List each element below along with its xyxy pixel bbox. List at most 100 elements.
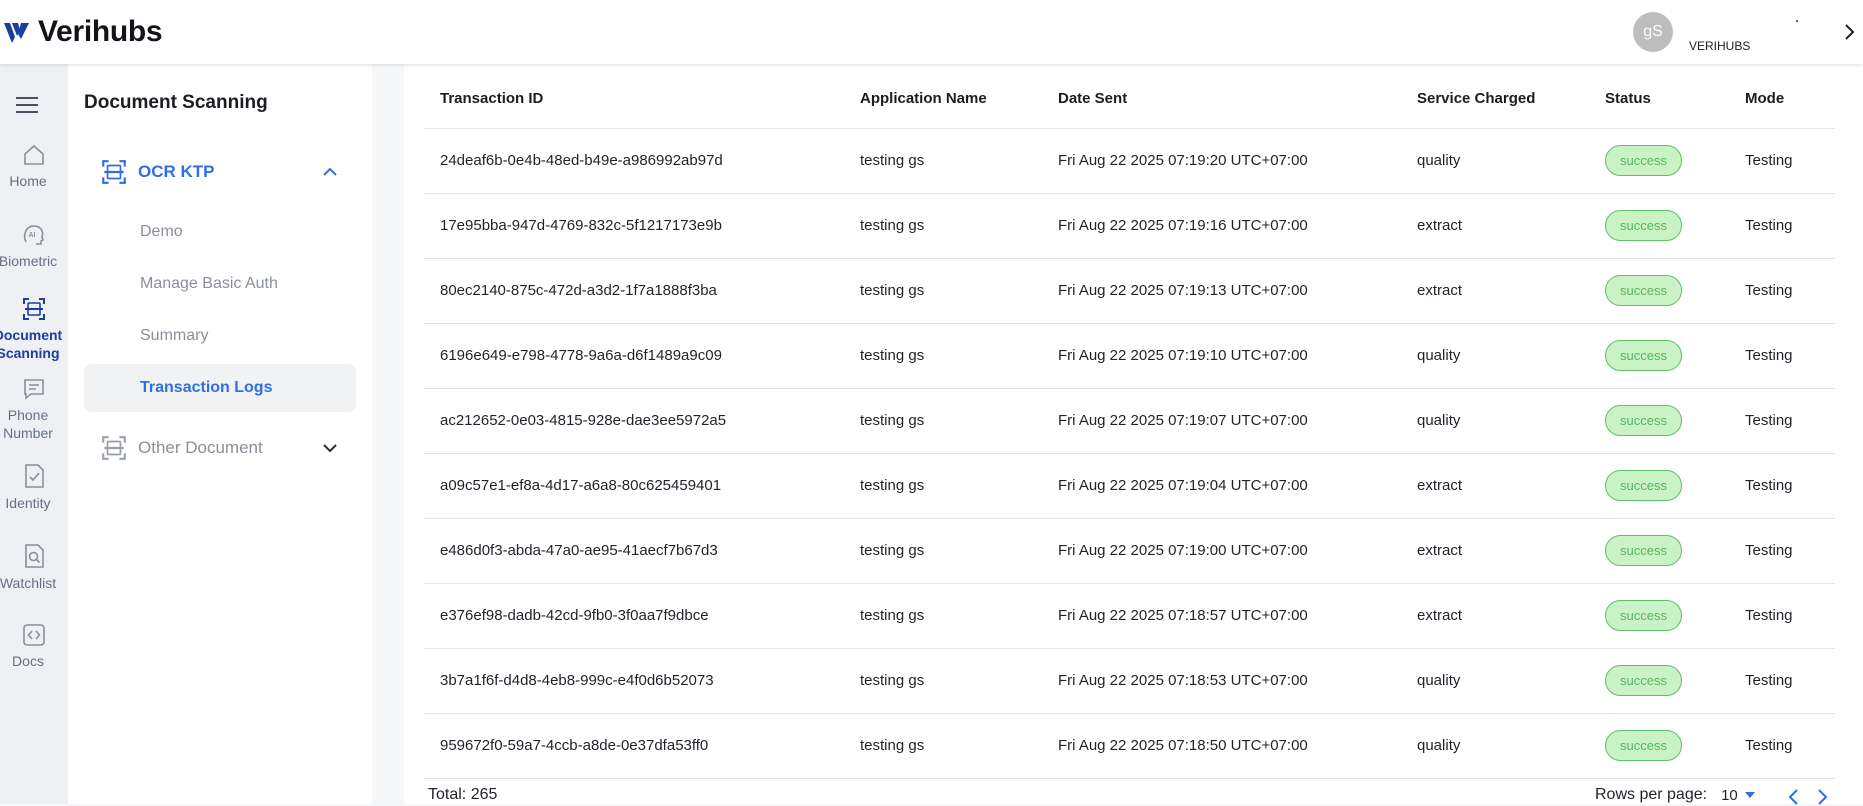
cell-status: success	[1589, 258, 1729, 324]
status-badge: success	[1605, 340, 1682, 371]
chevron-right-icon[interactable]	[1814, 788, 1830, 806]
cell-transaction-id: 959672f0-59a7-4ccb-a8de-0e37dfa53ff0	[424, 713, 844, 779]
table-row[interactable]: e486d0f3-abda-47a0-ae95-41aecf7b67d3 test…	[424, 518, 1835, 584]
cell-transaction-id: ac212652-0e03-4815-928e-dae3ee5972a5	[424, 388, 844, 454]
cell-service-charged: quality	[1401, 388, 1589, 454]
verihubs-logo-icon	[4, 23, 29, 43]
sidebar-item-transaction-logs[interactable]: Transaction Logs	[84, 364, 356, 412]
cell-application-name: testing gs	[844, 323, 1042, 389]
sidebar-item-summary[interactable]: Summary	[84, 312, 356, 360]
cell-mode: Testing	[1729, 258, 1835, 324]
rail-item-document-scanning[interactable]: Document Scanning	[0, 296, 68, 362]
cell-mode: Testing	[1729, 323, 1835, 389]
cell-transaction-id: e486d0f3-abda-47a0-ae95-41aecf7b67d3	[424, 518, 844, 584]
rail-label: Document Scanning	[0, 327, 63, 361]
column-header-service-charged: Service Charged	[1401, 70, 1589, 129]
table-row[interactable]: 3b7a1f6f-d4d8-4eb8-999c-e4f0d6b52073 test…	[424, 648, 1835, 714]
cell-application-name: testing gs	[844, 388, 1042, 454]
chevron-up-icon	[323, 167, 337, 176]
cell-service-charged: extract	[1401, 258, 1589, 324]
ai-face-icon: AI	[23, 225, 44, 245]
cell-date-sent: Fri Aug 22 2025 07:19:00 UTC+07:00	[1042, 518, 1401, 584]
rail-label: Phone Number	[3, 407, 53, 441]
cell-service-charged: extract	[1401, 583, 1589, 649]
table-row[interactable]: e376ef98-dadb-42cd-9fb0-3f0aa7f9dbce test…	[424, 583, 1835, 649]
table-row[interactable]: ac212652-0e03-4815-928e-dae3ee5972a5 test…	[424, 388, 1835, 454]
cell-service-charged: quality	[1401, 323, 1589, 389]
table-row[interactable]: 24deaf6b-0e4b-48ed-b49e-a986992ab97d test…	[424, 128, 1835, 194]
sidebar-group-label: Other Document	[138, 438, 263, 457]
table-row[interactable]: 17e95bba-947d-4769-832c-5f1217173e9b test…	[424, 193, 1835, 259]
column-header-transaction-id: Transaction ID	[424, 70, 844, 129]
chat-icon	[24, 379, 44, 400]
table-header-row: Transaction ID Application Name Date Sen…	[424, 70, 1835, 129]
sidebar-group-label: OCR KTP	[138, 162, 215, 181]
rail-item-phone-number[interactable]: Phone Number	[0, 376, 68, 442]
status-badge: success	[1605, 210, 1682, 241]
document-scan-icon	[102, 436, 126, 460]
sidebar-group-other-document[interactable]: Other Document	[84, 424, 356, 472]
cell-status: success	[1589, 193, 1729, 259]
cell-mode: Testing	[1729, 518, 1835, 584]
rail-item-biometric[interactable]: AI Biometric	[0, 222, 68, 270]
cell-application-name: testing gs	[844, 583, 1042, 649]
caret-down-icon[interactable]	[1744, 791, 1756, 799]
column-header-status: Status	[1589, 70, 1729, 129]
chevron-left-icon[interactable]	[1786, 788, 1802, 806]
avatar[interactable]: gS	[1633, 12, 1673, 52]
rail-item-watchlist[interactable]: Watchlist	[0, 542, 68, 592]
cell-service-charged: extract	[1401, 453, 1589, 519]
rail-item-home[interactable]: Home	[0, 142, 68, 190]
cell-transaction-id: 6196e649-e798-4778-9a6a-d6f1489a9c09	[424, 323, 844, 389]
icon-rail: Home AI Biometric Document Scanning Phon…	[0, 64, 68, 804]
sub-sidebar: Document Scanning OCR KTP Demo Manage Ba…	[68, 64, 372, 804]
table-row[interactable]: 80ec2140-875c-472d-a3d2-1f7a1888f3ba test…	[424, 258, 1835, 324]
cell-transaction-id: 17e95bba-947d-4769-832c-5f1217173e9b	[424, 193, 844, 259]
cell-status: success	[1589, 713, 1729, 779]
cell-transaction-id: 80ec2140-875c-472d-a3d2-1f7a1888f3ba	[424, 258, 844, 324]
status-badge: success	[1605, 405, 1682, 436]
cell-date-sent: Fri Aug 22 2025 07:19:10 UTC+07:00	[1042, 323, 1401, 389]
table-row[interactable]: a09c57e1-ef8a-4d17-a6a8-80c625459401 test…	[424, 453, 1835, 519]
cell-status: success	[1589, 388, 1729, 454]
home-icon	[24, 144, 44, 165]
cell-application-name: testing gs	[844, 193, 1042, 259]
status-badge: success	[1605, 275, 1682, 306]
cell-service-charged: quality	[1401, 713, 1589, 779]
hamburger-menu-icon[interactable]	[14, 94, 40, 116]
status-badge: success	[1605, 600, 1682, 631]
cell-service-charged: extract	[1401, 193, 1589, 259]
cell-mode: Testing	[1729, 193, 1835, 259]
chevron-down-icon	[323, 444, 337, 453]
status-badge: success	[1605, 535, 1682, 566]
rail-item-docs[interactable]: Docs	[0, 622, 68, 670]
cell-transaction-id: 24deaf6b-0e4b-48ed-b49e-a986992ab97d	[424, 128, 844, 194]
cell-status: success	[1589, 648, 1729, 714]
column-header-application-name: Application Name	[844, 70, 1042, 129]
column-header-date-sent: Date Sent	[1042, 70, 1401, 129]
cell-date-sent: Fri Aug 22 2025 07:19:07 UTC+07:00	[1042, 388, 1401, 454]
table-row[interactable]: 959672f0-59a7-4ccb-a8de-0e37dfa53ff0 test…	[424, 713, 1835, 779]
rows-per-page-select[interactable]: 10	[1721, 787, 1738, 804]
rail-item-identity[interactable]: Identity	[0, 462, 68, 512]
cell-mode: Testing	[1729, 388, 1835, 454]
cell-service-charged: extract	[1401, 518, 1589, 584]
brand-logo[interactable]: Verihubs	[2, 14, 163, 50]
transaction-logs-table: Transaction ID Application Name Date Sen…	[424, 70, 1835, 779]
sidebar-item-manage-basic-auth[interactable]: Manage Basic Auth	[84, 260, 356, 308]
status-badge: success	[1605, 470, 1682, 501]
chevron-right-icon[interactable]	[1842, 22, 1856, 42]
cell-date-sent: Fri Aug 22 2025 07:19:04 UTC+07:00	[1042, 453, 1401, 519]
sidebar-group-ocr-ktp[interactable]: OCR KTP	[84, 148, 356, 196]
sidebar-item-demo[interactable]: Demo	[84, 208, 356, 256]
cell-service-charged: quality	[1401, 648, 1589, 714]
document-check-icon	[25, 464, 44, 488]
status-badge: success	[1605, 145, 1682, 176]
table-row[interactable]: 6196e649-e798-4778-9a6a-d6f1489a9c09 test…	[424, 323, 1835, 389]
cell-status: success	[1589, 583, 1729, 649]
cell-status: success	[1589, 128, 1729, 194]
code-icon	[23, 624, 45, 646]
cell-mode: Testing	[1729, 713, 1835, 779]
cell-mode: Testing	[1729, 583, 1835, 649]
rail-label: Home	[9, 173, 47, 189]
